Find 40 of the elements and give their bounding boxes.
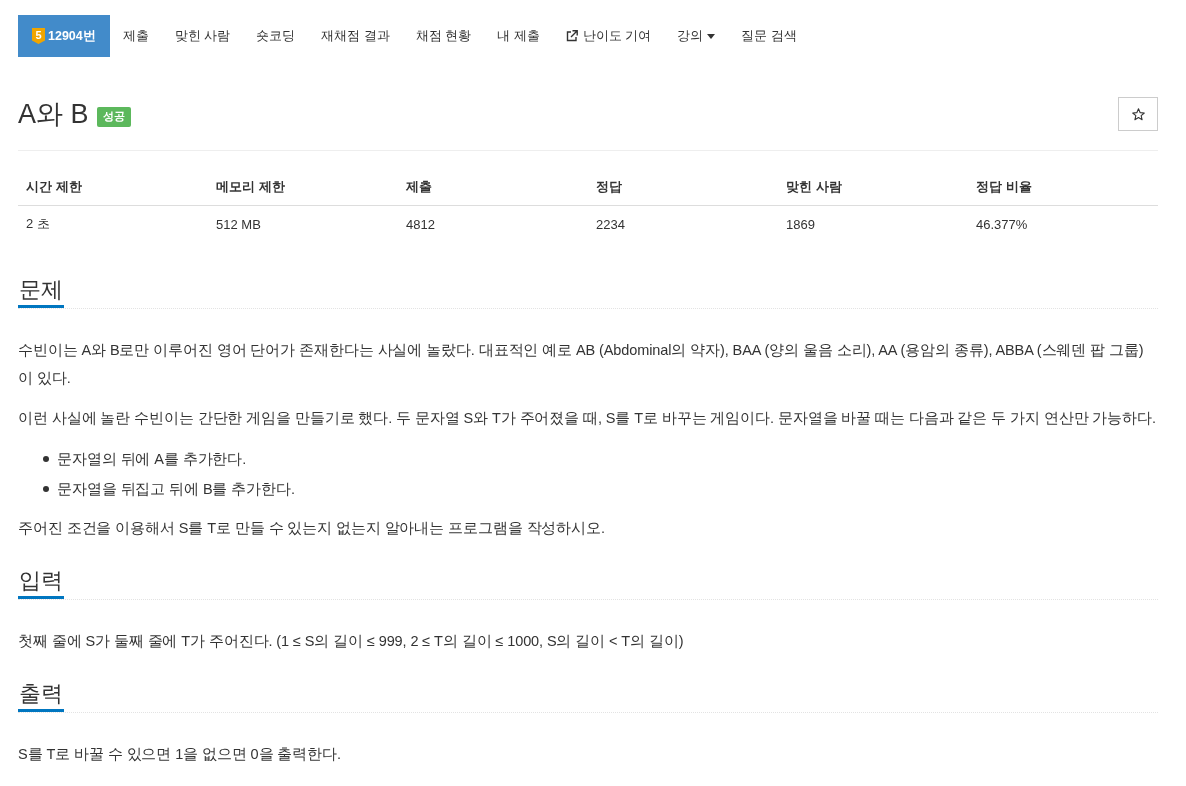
section-heading: 출력	[18, 679, 64, 712]
nav-tab[interactable]: 제출	[109, 15, 162, 57]
bullet-icon	[43, 456, 49, 462]
external-link-icon	[565, 30, 578, 42]
nav-tab[interactable]: 내 제출	[484, 15, 553, 57]
favorite-button[interactable]	[1118, 97, 1158, 131]
problem-title: A와 B	[18, 98, 89, 131]
table-cell: 2234	[588, 205, 778, 242]
nav-tab[interactable]: 강의	[664, 15, 729, 57]
nav-tab[interactable]: 5 12904번	[18, 15, 110, 57]
bullet-icon	[43, 486, 49, 492]
column-header: 정답	[588, 169, 778, 206]
table-cell: 1869	[778, 205, 968, 242]
table-cell: 512 MB	[208, 205, 398, 242]
column-header: 제출	[398, 169, 588, 206]
column-header: 맞힌 사람	[778, 169, 968, 206]
section-heading: 문제	[18, 275, 64, 308]
problem-text: S를 T로 바꿀 수 있으면 1을 없으면 0을 출력한다.	[18, 745, 342, 764]
nav-tab[interactable]: 맞힌 사람	[161, 15, 244, 57]
nav-tab[interactable]: 재채점 결과	[308, 15, 403, 57]
column-header: 정답 비율	[968, 169, 1158, 206]
list-item: 문자열의 뒤에 A를 추가한다.	[57, 450, 247, 469]
problem-text: 첫째 줄에 S가 둘째 줄에 T가 주어진다. (1 ≤ S의 길이 ≤ 999, 2 ≤ T의 길이 ≤ 1000, S의 길이 < T의 길이)	[18, 632, 685, 651]
table-cell: 2 초	[18, 205, 208, 242]
list-item: 문자열을 뒤집고 뒤에 B를 추가한다.	[57, 480, 295, 499]
problem-text: 주어진 조건을 이용해서 S를 T로 만들 수 있는지 없는지 알아내는 프로그램을 작성하시오.	[18, 519, 606, 538]
nav-tab[interactable]: 숏코딩	[243, 15, 309, 57]
problem-text: 이런 사실에 놀란 수빈이는 간단한 게임을 만들기로 했다. 두 문자열 S와 T가 주어졌을 때, S를 T로 바꾸는 게임이다. 문자열을 바꿀 때는 다음과 같은 두 가지 연산만 가능하다.	[18, 409, 1157, 428]
problem-text: 수빈이는 A와 B로만 이루어진 영어 단어가 존재한다는 사실에 놀랐다. 대표적인 예로 AB (Abdominal의 약자), BAA (양의 울음 소리), AA (용암의 종류), ABBA (스웨덴 팝 그룹)이 있다.	[18, 341, 1145, 388]
tier-badge: 5	[32, 28, 45, 44]
nav-tab[interactable]: 채점 현황	[402, 15, 485, 57]
column-header: 시간 제한	[18, 169, 208, 206]
nav-tab[interactable]: 질문 검색	[728, 15, 810, 57]
caret-icon	[707, 33, 716, 39]
nav-tab[interactable]: 난이도 기여	[552, 15, 665, 57]
status-tag: 성공	[96, 107, 131, 127]
table-cell: 4812	[398, 205, 588, 242]
table-cell: 46.377%	[968, 205, 1158, 242]
section-heading: 입력	[18, 566, 64, 599]
column-header: 메모리 제한	[208, 169, 398, 206]
